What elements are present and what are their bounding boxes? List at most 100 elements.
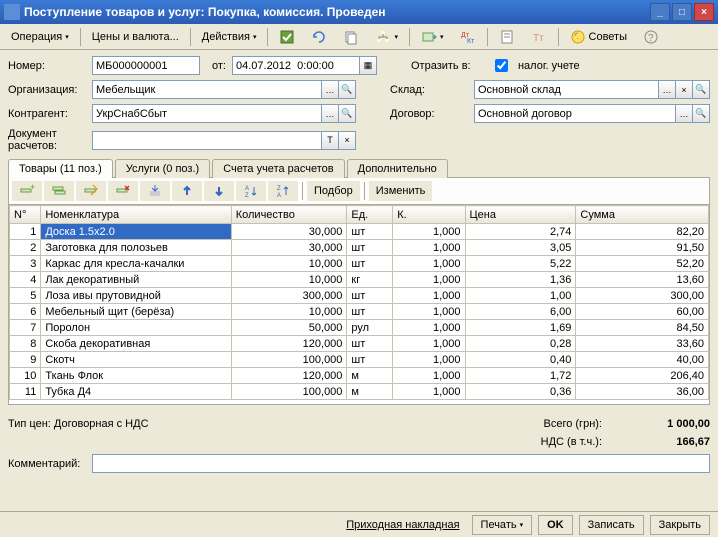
counterparty-select-icon[interactable]: … — [322, 104, 339, 123]
cell-n[interactable]: 11 — [10, 384, 41, 400]
cell-nom[interactable]: Лак декоративный — [41, 272, 231, 288]
cell-nom[interactable]: Каркас для кресла-качалки — [41, 256, 231, 272]
cell-k[interactable]: 1,000 — [393, 320, 465, 336]
cell-qty[interactable]: 100,000 — [231, 384, 347, 400]
cell-price[interactable]: 0,36 — [465, 384, 576, 400]
cell-price[interactable]: 3,05 — [465, 240, 576, 256]
comment-input[interactable] — [92, 454, 710, 473]
grid[interactable]: N° Номенклатура Количество Ед. К. Цена С… — [8, 205, 710, 405]
cell-unit[interactable]: шт — [347, 288, 393, 304]
col-qty[interactable]: Количество — [231, 206, 347, 224]
advice-button[interactable]: Советы — [563, 27, 634, 47]
help-icon[interactable]: ? — [636, 27, 666, 47]
cell-n[interactable]: 7 — [10, 320, 41, 336]
cell-price[interactable]: 6,00 — [465, 304, 576, 320]
cell-qty[interactable]: 30,000 — [231, 240, 347, 256]
close-button[interactable]: × — [694, 3, 714, 21]
table-row[interactable]: 3Каркас для кресла-качалки10,000шт1,0005… — [10, 256, 709, 272]
cell-k[interactable]: 1,000 — [393, 352, 465, 368]
maximize-button[interactable]: □ — [672, 3, 692, 21]
cell-k[interactable]: 1,000 — [393, 336, 465, 352]
cell-nom[interactable]: Заготовка для полозьев — [41, 240, 231, 256]
contract-input[interactable] — [474, 104, 676, 123]
col-k[interactable]: К. — [393, 206, 465, 224]
cell-price[interactable]: 1,36 — [465, 272, 576, 288]
date-input[interactable] — [232, 56, 360, 75]
copy-icon[interactable] — [336, 27, 366, 47]
delete-row-icon[interactable] — [108, 181, 138, 201]
cell-sum[interactable]: 13,60 — [576, 272, 709, 288]
cell-sum[interactable]: 82,20 — [576, 224, 709, 240]
table-row[interactable]: 9Скотч100,000шт1,0000,4040,00 — [10, 352, 709, 368]
doc-clear-icon[interactable]: × — [339, 131, 356, 150]
cell-sum[interactable]: 52,20 — [576, 256, 709, 272]
cell-sum[interactable]: 84,50 — [576, 320, 709, 336]
cell-unit[interactable]: шт — [347, 352, 393, 368]
close-footer-button[interactable]: Закрыть — [650, 515, 710, 535]
cell-unit[interactable]: шт — [347, 256, 393, 272]
cell-price[interactable]: 2,74 — [465, 224, 576, 240]
cell-qty[interactable]: 50,000 — [231, 320, 347, 336]
date-picker-icon[interactable]: ▦ — [360, 56, 377, 75]
cell-k[interactable]: 1,000 — [393, 288, 465, 304]
cell-unit[interactable]: шт — [347, 336, 393, 352]
cell-k[interactable]: 1,000 — [393, 224, 465, 240]
table-row[interactable]: 5Лоза ивы прутовидной300,000шт1,0001,003… — [10, 288, 709, 304]
cell-sum[interactable]: 91,50 — [576, 240, 709, 256]
cell-unit[interactable]: м — [347, 368, 393, 384]
cell-nom[interactable]: Лоза ивы прутовидной — [41, 288, 231, 304]
load-icon[interactable] — [140, 181, 170, 201]
cell-nom[interactable]: Мебельный щит (берёза) — [41, 304, 231, 320]
basedon-icon[interactable]: ▾ — [414, 27, 451, 47]
cell-n[interactable]: 5 — [10, 288, 41, 304]
col-price[interactable]: Цена — [465, 206, 576, 224]
cell-sum[interactable]: 40,00 — [576, 352, 709, 368]
cell-price[interactable]: 1,69 — [465, 320, 576, 336]
counterparty-input[interactable] — [92, 104, 322, 123]
col-nom[interactable]: Номенклатура — [41, 206, 231, 224]
cell-n[interactable]: 2 — [10, 240, 41, 256]
structure-icon[interactable]: ▾ — [368, 27, 405, 47]
cell-qty[interactable]: 120,000 — [231, 336, 347, 352]
cell-nom[interactable]: Скотч — [41, 352, 231, 368]
report-icon[interactable] — [492, 27, 522, 47]
cell-unit[interactable]: шт — [347, 240, 393, 256]
select-button[interactable]: Подбор — [307, 181, 360, 201]
cell-qty[interactable]: 10,000 — [231, 304, 347, 320]
cell-unit[interactable]: кг — [347, 272, 393, 288]
cell-nom[interactable]: Тубка Д4 — [41, 384, 231, 400]
table-row[interactable]: 2Заготовка для полозьев30,000шт1,0003,05… — [10, 240, 709, 256]
org-input[interactable] — [92, 80, 322, 99]
dkt-icon[interactable]: ДтКт — [453, 27, 483, 47]
table-row[interactable]: 7Поролон50,000рул1,0001,6984,50 — [10, 320, 709, 336]
copy-row-icon[interactable] — [44, 181, 74, 201]
org-search-icon[interactable]: 🔍 — [339, 80, 356, 99]
cell-n[interactable]: 3 — [10, 256, 41, 272]
cell-qty[interactable]: 30,000 — [231, 224, 347, 240]
cell-k[interactable]: 1,000 — [393, 272, 465, 288]
post-icon[interactable] — [272, 27, 302, 47]
cell-sum[interactable]: 36,00 — [576, 384, 709, 400]
cell-qty[interactable]: 10,000 — [231, 256, 347, 272]
tt-icon[interactable]: Тт — [524, 27, 554, 47]
cell-price[interactable]: 5,22 — [465, 256, 576, 272]
minimize-button[interactable]: _ — [650, 3, 670, 21]
cell-unit[interactable]: м — [347, 384, 393, 400]
cell-qty[interactable]: 300,000 — [231, 288, 347, 304]
warehouse-select-icon[interactable]: … — [659, 80, 676, 99]
sort-desc-icon[interactable]: ZA — [268, 181, 298, 201]
doc-input[interactable] — [92, 131, 322, 150]
cell-sum[interactable]: 300,00 — [576, 288, 709, 304]
cell-k[interactable]: 1,000 — [393, 368, 465, 384]
cell-price[interactable]: 0,40 — [465, 352, 576, 368]
col-n[interactable]: N° — [10, 206, 41, 224]
cell-nom[interactable]: Скоба декоративная — [41, 336, 231, 352]
invoice-link[interactable]: Приходная накладная — [340, 519, 465, 531]
cell-sum[interactable]: 60,00 — [576, 304, 709, 320]
tab-extra[interactable]: Дополнительно — [347, 159, 448, 178]
actions-menu[interactable]: Действия▾ — [195, 27, 264, 47]
cell-price[interactable]: 1,00 — [465, 288, 576, 304]
cell-qty[interactable]: 10,000 — [231, 272, 347, 288]
contract-select-icon[interactable]: … — [676, 104, 693, 123]
operation-menu[interactable]: Операция▾ — [4, 27, 76, 47]
